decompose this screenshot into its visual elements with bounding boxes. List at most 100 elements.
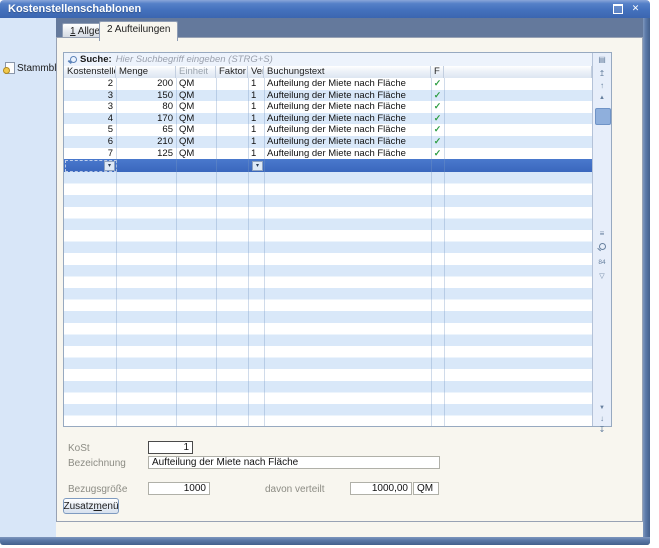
tab-aufteilungen[interactable]: 2 Aufteilungen xyxy=(99,21,178,41)
button-label: Zusatz xyxy=(63,501,93,512)
cell-f-check-icon: ✓ xyxy=(431,78,444,90)
cell-vera: 1 xyxy=(248,90,264,102)
davon-verteilt-label: davon verteilt xyxy=(265,484,324,495)
restore-button[interactable] xyxy=(611,2,624,15)
column-header-einheit[interactable]: Einheit xyxy=(176,66,216,78)
zoom-icon[interactable] xyxy=(598,243,607,253)
cell-buchungstext: Aufteilung der Miete nach Fläche xyxy=(264,113,431,125)
cell-vera: 1 xyxy=(248,101,264,113)
details-icon[interactable]: ≡ xyxy=(593,229,611,239)
previous-row-icon[interactable]: ▲ xyxy=(593,93,611,103)
tab-page-aufteilungen: Suche: Hier Suchbegriff eingeben (STRG+S… xyxy=(56,37,643,522)
cell-faktor xyxy=(216,78,248,90)
count-icon[interactable]: 84 xyxy=(593,258,611,268)
new-record-row-selected[interactable]: ▾ ▾ xyxy=(64,159,592,172)
table-row[interactable]: 6210QM1Aufteilung der Miete nach Fläche✓ xyxy=(64,136,592,148)
cell-faktor xyxy=(216,148,248,160)
move-up-icon[interactable]: ↑ xyxy=(593,81,611,91)
davon-verteilt-field[interactable]: 1000,00 xyxy=(350,482,412,495)
column-header-filler xyxy=(444,66,592,78)
cell-f-check-icon: ✓ xyxy=(431,113,444,125)
cell-menge: 210 xyxy=(116,136,176,148)
table-row[interactable]: 565QM1Aufteilung der Miete nach Fläche✓ xyxy=(64,124,592,136)
cell-buchungstext: Aufteilung der Miete nach Fläche xyxy=(264,90,431,102)
table-row[interactable]: 4170QM1Aufteilung der Miete nach Fläche✓ xyxy=(64,113,592,125)
grid-side-toolbar: ▤ ↥ ↑ ▲ ≡ 84 ▽ ▼ ↓ ↧ xyxy=(592,53,611,426)
cell-menge: 170 xyxy=(116,113,176,125)
cell-buchungstext: Aufteilung der Miete nach Fläche xyxy=(264,78,431,90)
cell-kostenstelle: 6 xyxy=(64,136,116,148)
column-header-f[interactable]: F xyxy=(431,66,444,78)
davon-verteilt-unit-field[interactable]: QM xyxy=(413,482,439,495)
cell-filler xyxy=(444,90,592,102)
cell-filler xyxy=(444,136,592,148)
grid-search-bar[interactable]: Suche: Hier Suchbegriff eingeben (STRG+S… xyxy=(64,53,592,67)
empty-grid-rows xyxy=(64,172,592,426)
cell-vera: 1 xyxy=(248,124,264,136)
vera-dropdown-button[interactable]: ▾ xyxy=(252,161,263,171)
cell-f-check-icon: ✓ xyxy=(431,124,444,136)
cell-f-check-icon: ✓ xyxy=(431,148,444,160)
search-label: Suche: xyxy=(80,54,112,65)
cell-filler xyxy=(444,148,592,160)
left-sidebar: Stammblatt xyxy=(0,18,56,537)
column-header-faktor[interactable]: Faktor xyxy=(216,66,248,78)
column-header-kostenstelle[interactable]: Kostenstelle xyxy=(64,66,116,78)
cell-faktor xyxy=(216,90,248,102)
cell-vera: 1 xyxy=(248,78,264,90)
table-row[interactable]: 3150QM1Aufteilung der Miete nach Fläche✓ xyxy=(64,90,592,102)
window-title: Kostenstellenschablonen xyxy=(0,3,141,15)
filter-icon[interactable]: ▽ xyxy=(593,272,611,282)
title-bar[interactable]: Kostenstellenschablonen ✕ xyxy=(0,0,650,18)
close-icon: ✕ xyxy=(632,3,640,14)
go-first-row-icon[interactable]: ↥ xyxy=(593,69,611,79)
search-placeholder: Hier Suchbegriff eingeben (STRG+S) xyxy=(116,54,273,65)
cell-menge: 125 xyxy=(116,148,176,160)
column-header-vera[interactable]: Vera xyxy=(248,66,264,78)
table-row[interactable]: 2200QM1Aufteilung der Miete nach Fläche✓ xyxy=(64,78,592,90)
cell-filler xyxy=(444,101,592,113)
chevron-down-icon: ▾ xyxy=(256,162,259,169)
cell-einheit: QM xyxy=(176,113,216,125)
cell-faktor xyxy=(216,124,248,136)
column-chooser-icon[interactable]: ▤ xyxy=(593,55,611,65)
cell-filler xyxy=(444,113,592,125)
table-row[interactable]: 380QM1Aufteilung der Miete nach Fläche✓ xyxy=(64,101,592,113)
cell-kostenstelle: 2 xyxy=(64,78,116,90)
bezeichnung-field[interactable]: Aufteilung der Miete nach Fläche xyxy=(148,456,440,469)
cell-einheit: QM xyxy=(176,148,216,160)
tab-strip: 1 Allgemein 2 Aufteilungen xyxy=(56,18,643,37)
scrollbar-thumb[interactable] xyxy=(595,108,611,125)
cell-kostenstelle: 3 xyxy=(64,101,116,113)
cell-einheit: QM xyxy=(176,90,216,102)
cell-kostenstelle: 7 xyxy=(64,148,116,160)
column-header-buchungstext[interactable]: Buchungstext xyxy=(264,66,431,78)
go-last-row-icon[interactable]: ↧ xyxy=(593,425,611,435)
chevron-down-icon: ▾ xyxy=(108,162,111,169)
button-label: enü xyxy=(102,501,119,512)
next-row-icon[interactable]: ▼ xyxy=(593,403,611,413)
cell-faktor xyxy=(216,101,248,113)
grid-rows: 2200QM1Aufteilung der Miete nach Fläche✓… xyxy=(64,78,592,159)
cell-faktor xyxy=(216,136,248,148)
bezeichnung-label: Bezeichnung xyxy=(68,458,126,469)
kost-label: KoSt xyxy=(68,443,90,454)
close-button[interactable]: ✕ xyxy=(629,2,642,15)
move-down-icon[interactable]: ↓ xyxy=(593,414,611,424)
bezugsgroesse-label: Bezugsgröße xyxy=(68,484,127,495)
cell-einheit: QM xyxy=(176,124,216,136)
cell-menge: 150 xyxy=(116,90,176,102)
kost-field[interactable]: 1 xyxy=(148,441,193,454)
screen: Kostenstellenschablonen ✕ Stammblatt xyxy=(0,0,659,548)
main-panel: 1 Allgemein 2 Aufteilungen Suche: Hier S… xyxy=(56,18,643,537)
table-row[interactable]: 7125QM1Aufteilung der Miete nach Fläche✓ xyxy=(64,148,592,160)
window-border-right xyxy=(643,18,650,545)
cell-menge: 65 xyxy=(116,124,176,136)
zusatzmenu-button[interactable]: Zusatzmenü xyxy=(63,498,119,514)
kostenstelle-dropdown-button[interactable]: ▾ xyxy=(104,161,115,171)
bezugsgroesse-field[interactable]: 1000 xyxy=(148,482,210,495)
restore-icon xyxy=(613,4,623,14)
cell-vera: 1 xyxy=(248,136,264,148)
column-header-menge[interactable]: Menge xyxy=(116,66,176,78)
cell-kostenstelle: 3 xyxy=(64,90,116,102)
